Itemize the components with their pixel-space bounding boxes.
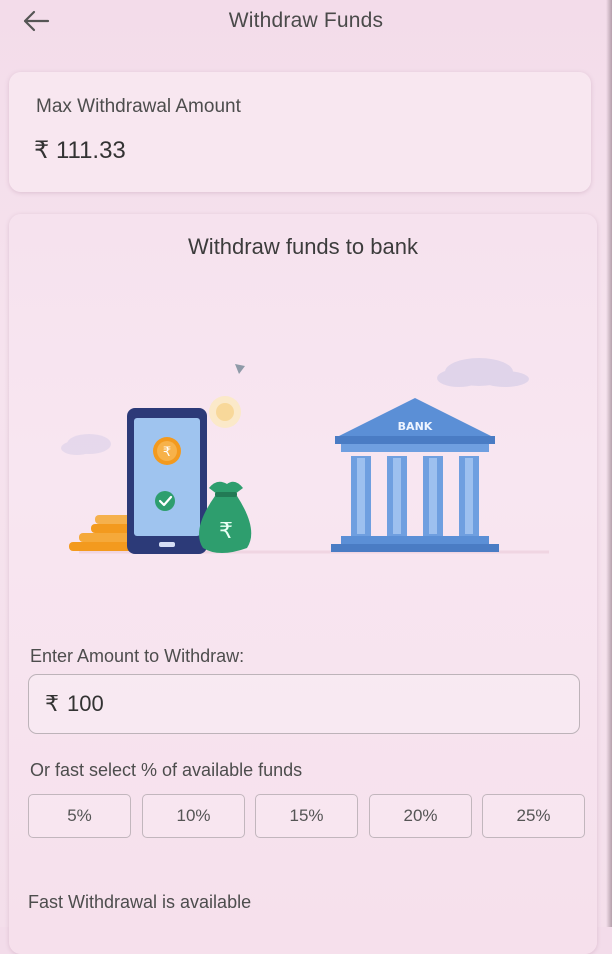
max-withdrawal-value: ₹ 111.33 — [34, 137, 126, 164]
app-header: Withdraw Funds — [0, 0, 612, 48]
amount-label: Enter Amount to Withdraw: — [30, 646, 245, 666]
sparkle-icon — [235, 364, 245, 374]
withdraw-card: Withdraw funds to bank ₹ ₹ BANK Enter Am… — [9, 214, 597, 954]
max-withdrawal-label: Max Withdrawal Amount — [36, 96, 241, 117]
fast-select-label: Or fast select % of available funds — [30, 760, 303, 780]
cloud-icon — [61, 434, 111, 455]
percent-15-button[interactable]: 15% — [255, 794, 358, 838]
phone-icon: ₹ — [127, 408, 207, 554]
screen-edge — [606, 0, 612, 927]
percent-options: 5% 10% 15% 20% 25% — [28, 794, 586, 838]
percent-25-button[interactable]: 25% — [482, 794, 585, 838]
page-title: Withdraw Funds — [228, 9, 384, 32]
percent-5-button[interactable]: 5% — [28, 794, 131, 838]
amount-input[interactable]: ₹ 100 — [28, 674, 580, 734]
amount-input-value: 100 — [67, 691, 104, 716]
svg-text:₹: ₹ — [219, 519, 233, 544]
max-withdrawal-card: Max Withdrawal Amount ₹ 111.33 — [9, 72, 591, 192]
percent-20-button[interactable]: 20% — [369, 794, 472, 838]
withdraw-illustration: ₹ ₹ BANK — [61, 358, 549, 554]
cloud-icon — [437, 358, 529, 387]
currency-symbol: ₹ — [45, 691, 59, 716]
bank-icon: BANK — [331, 398, 499, 552]
fast-withdrawal-notice: Fast Withdrawal is available — [28, 892, 252, 912]
svg-text:BANK: BANK — [398, 420, 433, 433]
svg-text:₹: ₹ — [163, 445, 171, 460]
percent-10-button[interactable]: 10% — [142, 794, 245, 838]
withdraw-card-title: Withdraw funds to bank — [188, 234, 418, 259]
sun-icon — [209, 396, 241, 428]
